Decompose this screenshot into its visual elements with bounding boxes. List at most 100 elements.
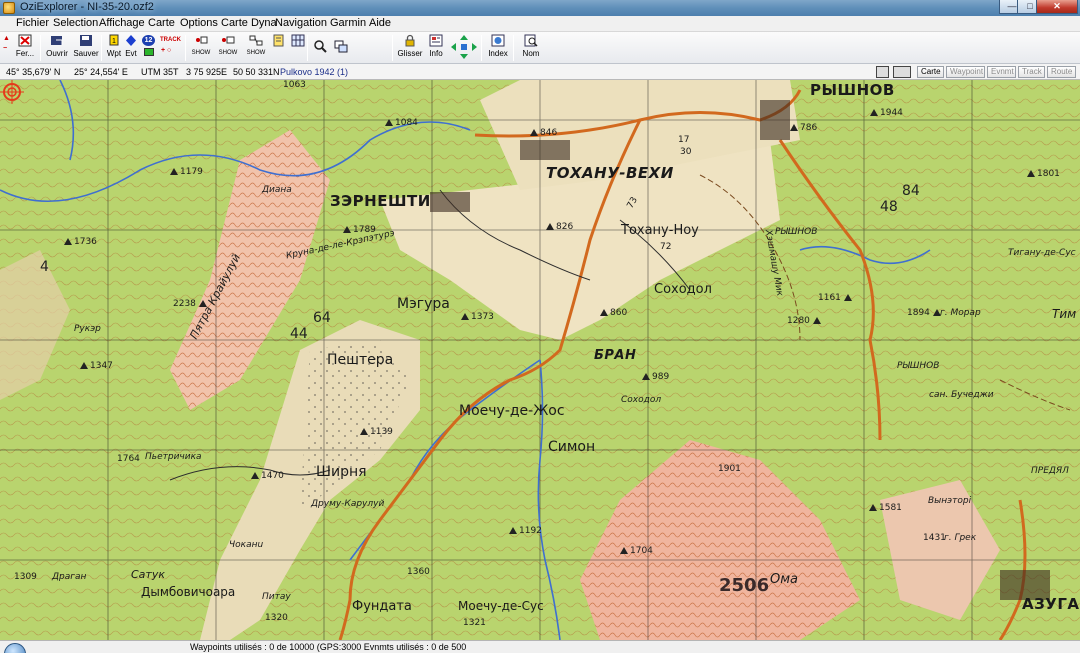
move-map-button[interactable]: [450, 34, 480, 60]
show-events-button[interactable]: SHOW: [216, 34, 240, 58]
position-crosshair-icon[interactable]: [0, 80, 24, 104]
peak-icon: [932, 309, 941, 316]
elevation-1901: 1901: [718, 464, 741, 474]
place-diana: Диана: [262, 185, 292, 195]
route-toggle[interactable]: Route: [1047, 66, 1076, 78]
place-tohanu-nou: Тохану-Ноу: [621, 223, 699, 238]
separator: [185, 35, 186, 61]
up-arrow-icon[interactable]: ▲: [3, 35, 10, 43]
topographic-map[interactable]: ЗЭРНЕШТИ ТОХАНУ-ВЕХИ Тохану-Ноу РЫШНОВ Р…: [0, 80, 1080, 640]
info-button[interactable]: Info: [426, 34, 446, 58]
badge-count[interactable]: 12: [142, 35, 155, 46]
elevation-value: 1736: [74, 237, 97, 247]
show-tracks-button[interactable]: SHOW: [244, 34, 268, 58]
menu-options[interactable]: Options: [180, 17, 218, 29]
windows-icon: [334, 40, 348, 53]
place-rysnov-3: РЫШНОВ: [897, 361, 940, 371]
name-search-button[interactable]: Nom: [518, 34, 544, 58]
grid-button[interactable]: [290, 34, 306, 47]
separator: [392, 35, 393, 61]
gps-device-icon[interactable]: [893, 66, 911, 78]
carte-toggle[interactable]: Carte: [917, 66, 944, 78]
menu-fichier[interactable]: Fichier: [16, 17, 49, 29]
menu-navigation[interactable]: Navigation: [275, 17, 327, 29]
peak-icon: [620, 547, 628, 554]
toolbar: ▲ − Fer... Ouvrir Sauver 1 Wpt Evt 12 TR…: [0, 32, 1080, 92]
road-km-30: 30: [680, 147, 692, 157]
peak-icon: [385, 119, 393, 126]
separator: [101, 35, 102, 61]
open-button[interactable]: Ouvrir: [44, 34, 70, 58]
window-tile-button[interactable]: [332, 34, 350, 53]
elevation-1704: 1704: [620, 546, 653, 556]
elevation-1309: 1309: [14, 572, 37, 582]
place-dragan: Драган: [52, 572, 87, 582]
peak-icon: [80, 362, 88, 369]
place-azuga: АЗУГА: [1022, 595, 1080, 613]
elevation-1192: 1192: [509, 526, 542, 536]
save-label: Sauver: [73, 49, 99, 58]
northing-readout: 50 50 331N: [233, 67, 280, 77]
menu-selection[interactable]: Selection: [53, 17, 98, 29]
peak-icon: [600, 309, 608, 316]
place-sirnya: Ширня: [316, 464, 367, 480]
track-toggle[interactable]: Track: [1018, 66, 1045, 78]
place-pestera: Пештера: [327, 352, 394, 368]
close-map-icon: [18, 34, 32, 47]
close-button[interactable]: ✕: [1036, 0, 1078, 14]
events-toggle[interactable]: Evnmt: [987, 66, 1016, 78]
zoom-search-button[interactable]: [311, 34, 329, 53]
elevation-846: 846: [530, 128, 557, 138]
map-view-icon[interactable]: [876, 66, 889, 78]
grid-label-84: 84: [902, 183, 920, 199]
menu-garmin[interactable]: Garmin: [330, 17, 366, 29]
start-orb-icon[interactable]: [4, 643, 26, 653]
close-map-label: Fer...: [15, 49, 35, 58]
waypoint-button[interactable]: 1 Wpt: [105, 34, 123, 58]
elevation-value: 1139: [370, 427, 393, 437]
ozi-explorer-window: OziExplorer - NI-35-20.ozf2 — □ ✕ Fichie…: [0, 0, 1080, 653]
green-square-icon[interactable]: [144, 48, 154, 56]
menu-carte[interactable]: Carte: [148, 17, 175, 29]
menu-affichage[interactable]: Affichage: [99, 17, 145, 29]
lock-icon: [405, 34, 415, 47]
longitude-readout: 25° 24,554' E: [74, 67, 128, 77]
menu-aide[interactable]: Aide: [369, 17, 391, 29]
add-icon[interactable]: + ○: [161, 47, 171, 55]
close-map-button[interactable]: Fer...: [12, 34, 38, 58]
show-waypoints-button[interactable]: SHOW: [189, 34, 213, 58]
place-tohanu-vechi: ТОХАНУ-ВЕХИ: [546, 164, 674, 182]
menu-carte-dyna[interactable]: Carte Dyna: [221, 17, 277, 29]
elevation-value: 2238: [173, 299, 196, 309]
event-button[interactable]: Evt: [123, 34, 139, 58]
elevation-2238: 2238: [173, 299, 209, 309]
peak-icon: [343, 226, 351, 233]
place-grek: г. Грек: [944, 533, 977, 543]
grid-label-64: 64: [313, 310, 331, 326]
index-button[interactable]: Index: [486, 34, 510, 58]
peak-icon: [461, 313, 469, 320]
elevation-1321: 1321: [463, 618, 486, 628]
place-moeciu-de-sus: Моечу-де-Сус: [458, 599, 544, 613]
show-points-icon: [196, 36, 208, 44]
peak-icon: [251, 472, 259, 479]
save-button[interactable]: Sauver: [72, 34, 100, 58]
minus-icon[interactable]: −: [3, 45, 7, 53]
elevation-1801: 1801: [1027, 169, 1060, 179]
glisser-button[interactable]: Glisser: [396, 34, 424, 58]
coordinates-bar: 45° 35,679' N 25° 24,554' E UTM 35T 3 75…: [0, 64, 1080, 80]
svg-text:1: 1: [112, 38, 116, 45]
place-simon: Симон: [548, 439, 596, 455]
place-moeciu-de-jos: Моечу-де-Жос: [459, 403, 565, 419]
track-label[interactable]: TRACK: [160, 36, 181, 44]
place-tim: Тим: [1052, 307, 1077, 321]
waypoint-toggle[interactable]: Waypoint: [946, 66, 985, 78]
elevation-1764: 1764: [117, 454, 140, 464]
status-bar: Waypoints utilisés : 0 de 10000 (GPS:300…: [0, 640, 1080, 653]
map-list-icon: [273, 34, 284, 47]
elevation-value: 1704: [630, 546, 653, 556]
map-list-button[interactable]: [271, 34, 287, 47]
peak-icon: [360, 428, 368, 435]
open-folder-icon: [51, 36, 63, 45]
elevation-value: 860: [610, 308, 628, 318]
